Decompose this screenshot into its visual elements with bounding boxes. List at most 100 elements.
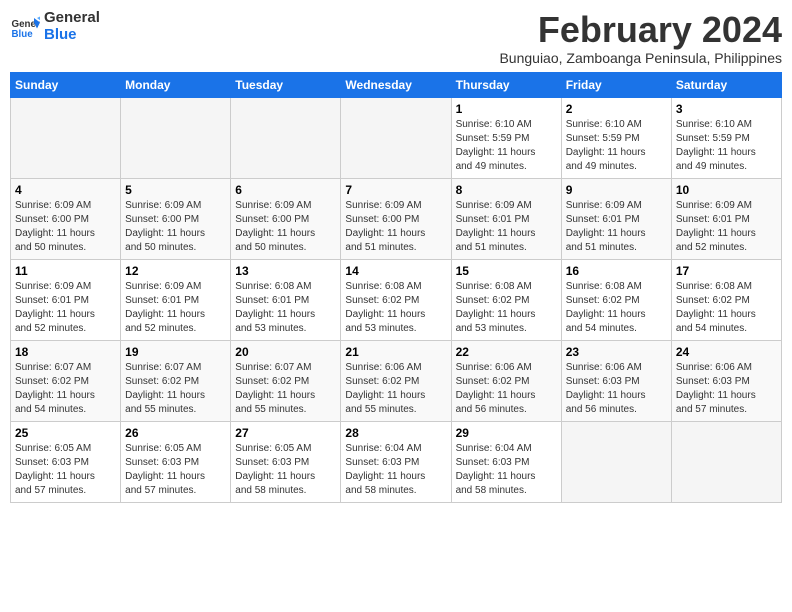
day-info: Sunrise: 6:08 AM Sunset: 6:02 PM Dayligh… [456, 280, 557, 336]
calendar-cell: 22 Sunrise: 6:06 AM Sunset: 6:02 PM Dayli… [451, 340, 561, 421]
day-number: 14 [345, 264, 446, 278]
calendar-cell: 18Sunrise: 6:07 AM Sunset: 6:02 PM Dayli… [11, 340, 121, 421]
day-number: 16 [566, 264, 667, 278]
day-number: 5 [125, 183, 226, 197]
day-info: Sunrise: 6:05 AM Sunset: 6:03 PM Dayligh… [15, 442, 116, 498]
day-number: 6 [235, 183, 336, 197]
day-info: Sunrise: 6:04 AM Sunset: 6:03 PM Dayligh… [345, 442, 446, 498]
title-area: February 2024 Bunguiao, Zamboanga Penins… [499, 10, 782, 66]
day-number: 15 [456, 264, 557, 278]
day-number: 7 [345, 183, 446, 197]
day-header-monday: Monday [121, 72, 231, 97]
day-number: 23 [566, 345, 667, 359]
day-info: Sunrise: 6:09 AM Sunset: 6:01 PM Dayligh… [125, 280, 226, 336]
logo-icon: General Blue [10, 12, 40, 42]
calendar-cell [341, 97, 451, 178]
calendar-cell: 17 Sunrise: 6:08 AM Sunset: 6:02 PM Dayli… [671, 259, 781, 340]
calendar-cell: 15 Sunrise: 6:08 AM Sunset: 6:02 PM Dayli… [451, 259, 561, 340]
calendar-cell: 1 Sunrise: 6:10 AM Sunset: 5:59 PM Daylig… [451, 97, 561, 178]
calendar-cell: 7 Sunrise: 6:09 AM Sunset: 6:00 PM Daylig… [341, 178, 451, 259]
day-info: Sunrise: 6:09 AM Sunset: 6:01 PM Dayligh… [456, 199, 557, 255]
calendar-cell: 6 Sunrise: 6:09 AM Sunset: 6:00 PM Daylig… [231, 178, 341, 259]
day-number: 13 [235, 264, 336, 278]
day-info: Sunrise: 6:08 AM Sunset: 6:01 PM Dayligh… [235, 280, 336, 336]
day-number: 25 [15, 426, 116, 440]
day-info: Sunrise: 6:06 AM Sunset: 6:03 PM Dayligh… [676, 361, 777, 417]
day-info: Sunrise: 6:08 AM Sunset: 6:02 PM Dayligh… [345, 280, 446, 336]
calendar-cell: 20Sunrise: 6:07 AM Sunset: 6:02 PM Dayli… [231, 340, 341, 421]
calendar-body: 1 Sunrise: 6:10 AM Sunset: 5:59 PM Daylig… [11, 97, 782, 502]
day-number: 10 [676, 183, 777, 197]
calendar-cell: 19 Sunrise: 6:07 AM Sunset: 6:02 PM Dayli… [121, 340, 231, 421]
day-number: 28 [345, 426, 446, 440]
day-number: 29 [456, 426, 557, 440]
calendar-cell: 28 Sunrise: 6:04 AM Sunset: 6:03 PM Dayli… [341, 421, 451, 502]
calendar-cell: 12 Sunrise: 6:09 AM Sunset: 6:01 PM Dayli… [121, 259, 231, 340]
calendar-week-2: 4Sunrise: 6:09 AM Sunset: 6:00 PM Daylig… [11, 178, 782, 259]
day-info: Sunrise: 6:09 AM Sunset: 6:00 PM Dayligh… [345, 199, 446, 255]
day-info: Sunrise: 6:06 AM Sunset: 6:03 PM Dayligh… [566, 361, 667, 417]
day-info: Sunrise: 6:04 AM Sunset: 6:03 PM Dayligh… [456, 442, 557, 498]
calendar-cell: 2Sunrise: 6:10 AM Sunset: 5:59 PM Daylig… [561, 97, 671, 178]
day-header-tuesday: Tuesday [231, 72, 341, 97]
day-number: 19 [125, 345, 226, 359]
day-info: Sunrise: 6:09 AM Sunset: 6:01 PM Dayligh… [676, 199, 777, 255]
day-number: 3 [676, 102, 777, 116]
calendar-cell: 24 Sunrise: 6:06 AM Sunset: 6:03 PM Dayli… [671, 340, 781, 421]
day-number: 24 [676, 345, 777, 359]
day-number: 9 [566, 183, 667, 197]
day-number: 26 [125, 426, 226, 440]
calendar-week-5: 25 Sunrise: 6:05 AM Sunset: 6:03 PM Dayli… [11, 421, 782, 502]
calendar-table: SundayMondayTuesdayWednesdayThursdayFrid… [10, 72, 782, 503]
calendar-cell: 25 Sunrise: 6:05 AM Sunset: 6:03 PM Dayli… [11, 421, 121, 502]
day-header-thursday: Thursday [451, 72, 561, 97]
day-number: 21 [345, 345, 446, 359]
day-info: Sunrise: 6:05 AM Sunset: 6:03 PM Dayligh… [125, 442, 226, 498]
day-header-saturday: Saturday [671, 72, 781, 97]
day-number: 12 [125, 264, 226, 278]
calendar-cell [231, 97, 341, 178]
day-info: Sunrise: 6:10 AM Sunset: 5:59 PM Dayligh… [566, 118, 667, 174]
logo-line2: Blue [44, 27, 100, 44]
calendar-cell: 27Sunrise: 6:05 AM Sunset: 6:03 PM Dayli… [231, 421, 341, 502]
subtitle: Bunguiao, Zamboanga Peninsula, Philippin… [499, 50, 782, 66]
calendar-cell [671, 421, 781, 502]
svg-text:Blue: Blue [12, 28, 34, 39]
calendar-week-4: 18Sunrise: 6:07 AM Sunset: 6:02 PM Dayli… [11, 340, 782, 421]
calendar-cell: 23 Sunrise: 6:06 AM Sunset: 6:03 PM Dayli… [561, 340, 671, 421]
calendar-week-1: 1 Sunrise: 6:10 AM Sunset: 5:59 PM Daylig… [11, 97, 782, 178]
calendar-cell: 11 Sunrise: 6:09 AM Sunset: 6:01 PM Dayli… [11, 259, 121, 340]
calendar-cell: 29 Sunrise: 6:04 AM Sunset: 6:03 PM Dayli… [451, 421, 561, 502]
page-header: General Blue General Blue February 2024 … [10, 10, 782, 66]
calendar-cell: 5Sunrise: 6:09 AM Sunset: 6:00 PM Daylig… [121, 178, 231, 259]
day-header-friday: Friday [561, 72, 671, 97]
calendar-cell: 21Sunrise: 6:06 AM Sunset: 6:02 PM Dayli… [341, 340, 451, 421]
day-number: 1 [456, 102, 557, 116]
day-number: 22 [456, 345, 557, 359]
calendar-cell: 9Sunrise: 6:09 AM Sunset: 6:01 PM Daylig… [561, 178, 671, 259]
day-info: Sunrise: 6:07 AM Sunset: 6:02 PM Dayligh… [15, 361, 116, 417]
day-info: Sunrise: 6:09 AM Sunset: 6:00 PM Dayligh… [15, 199, 116, 255]
day-info: Sunrise: 6:07 AM Sunset: 6:02 PM Dayligh… [235, 361, 336, 417]
day-info: Sunrise: 6:10 AM Sunset: 5:59 PM Dayligh… [456, 118, 557, 174]
logo-line1: General [44, 10, 100, 27]
calendar-cell: 3Sunrise: 6:10 AM Sunset: 5:59 PM Daylig… [671, 97, 781, 178]
calendar-cell: 8 Sunrise: 6:09 AM Sunset: 6:01 PM Daylig… [451, 178, 561, 259]
day-number: 8 [456, 183, 557, 197]
day-info: Sunrise: 6:05 AM Sunset: 6:03 PM Dayligh… [235, 442, 336, 498]
calendar-cell: 4Sunrise: 6:09 AM Sunset: 6:00 PM Daylig… [11, 178, 121, 259]
day-info: Sunrise: 6:09 AM Sunset: 6:01 PM Dayligh… [15, 280, 116, 336]
day-info: Sunrise: 6:08 AM Sunset: 6:02 PM Dayligh… [676, 280, 777, 336]
calendar-cell [121, 97, 231, 178]
calendar-cell: 26 Sunrise: 6:05 AM Sunset: 6:03 PM Dayli… [121, 421, 231, 502]
calendar-cell [11, 97, 121, 178]
calendar-header-row: SundayMondayTuesdayWednesdayThursdayFrid… [11, 72, 782, 97]
logo: General Blue General Blue [10, 10, 100, 43]
day-header-sunday: Sunday [11, 72, 121, 97]
calendar-cell: 10 Sunrise: 6:09 AM Sunset: 6:01 PM Dayli… [671, 178, 781, 259]
day-info: Sunrise: 6:09 AM Sunset: 6:00 PM Dayligh… [235, 199, 336, 255]
day-number: 17 [676, 264, 777, 278]
day-info: Sunrise: 6:07 AM Sunset: 6:02 PM Dayligh… [125, 361, 226, 417]
day-info: Sunrise: 6:06 AM Sunset: 6:02 PM Dayligh… [456, 361, 557, 417]
day-number: 11 [15, 264, 116, 278]
